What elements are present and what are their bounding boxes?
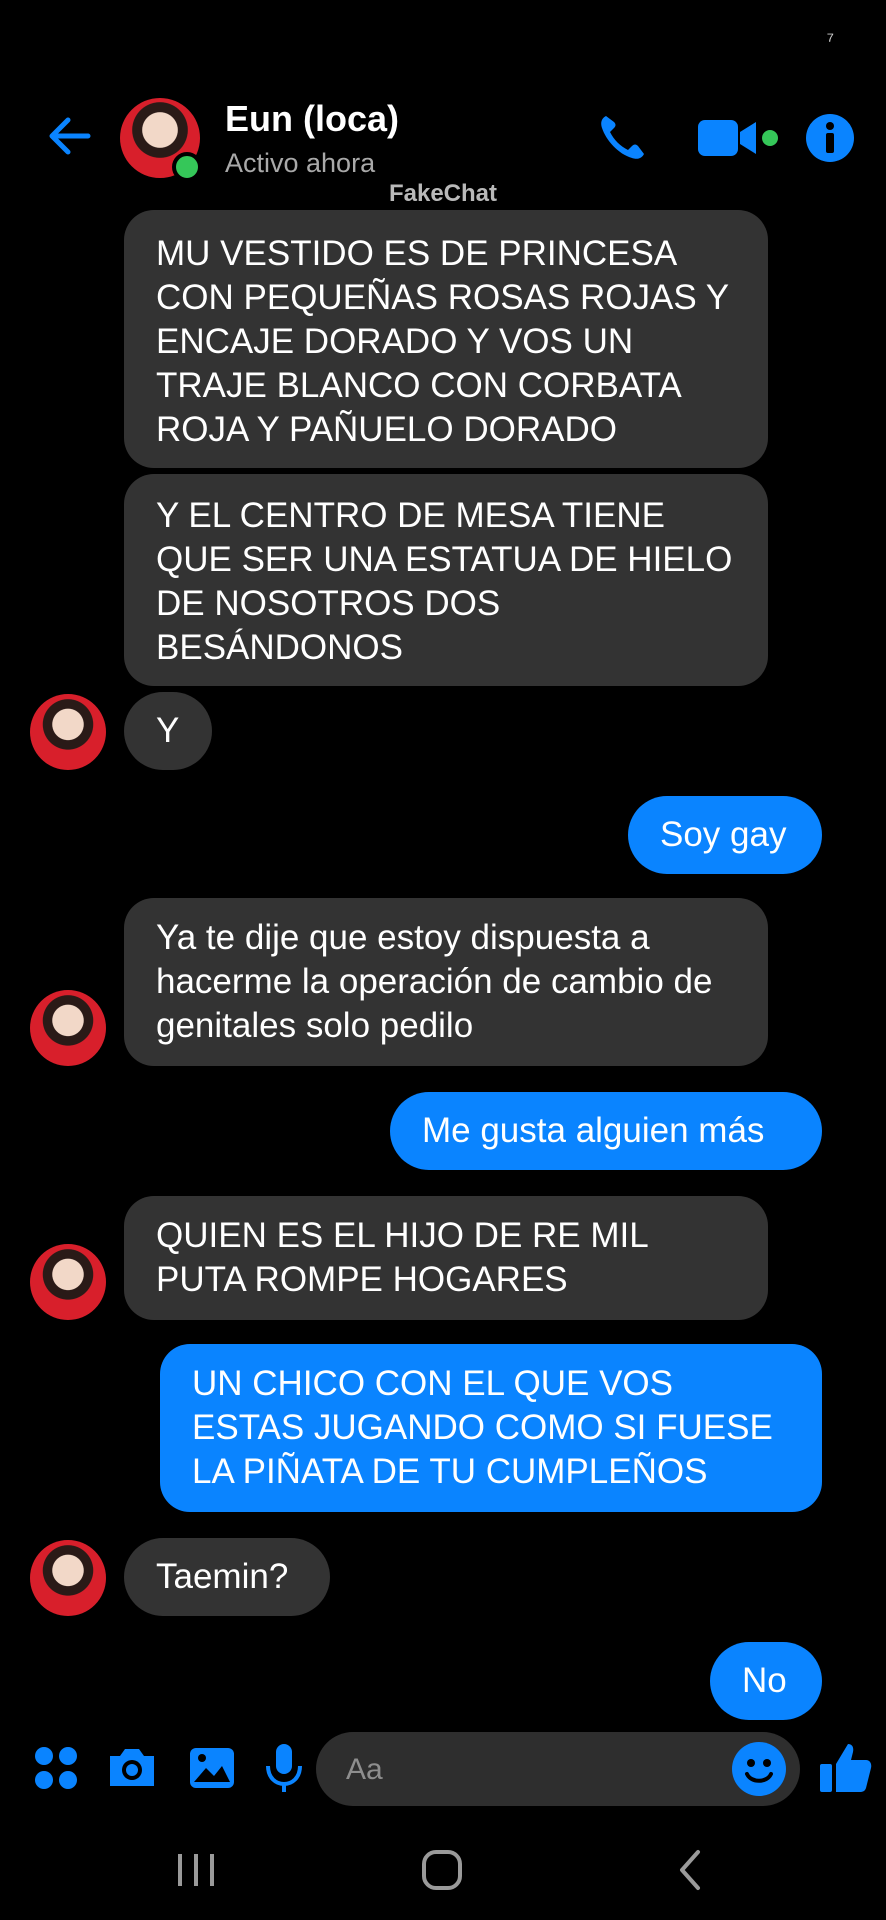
phone-icon[interactable] — [592, 108, 652, 168]
camera-icon[interactable] — [104, 1740, 160, 1796]
contact-name[interactable]: Eun (loca) — [225, 98, 399, 140]
received-message[interactable]: Taemin? — [124, 1538, 330, 1616]
online-indicator — [172, 152, 202, 182]
status-indicator: ⁷ — [826, 30, 834, 52]
gallery-icon[interactable] — [184, 1740, 240, 1796]
sent-message[interactable]: Soy gay — [628, 796, 822, 874]
apps-icon[interactable] — [28, 1740, 84, 1796]
message-input[interactable] — [344, 1732, 708, 1808]
received-message[interactable]: MU VESTIDO ES DE PRINCESA CON PEQUEÑAS R… — [124, 210, 768, 468]
received-message[interactable]: Ya te dije que estoy dispuesta a hacerme… — [124, 898, 768, 1066]
received-message[interactable]: QUIEN ES EL HIJO DE RE MIL PUTA ROMPE HO… — [124, 1196, 768, 1320]
microphone-icon[interactable] — [256, 1740, 312, 1796]
contact-avatar[interactable] — [30, 1540, 106, 1616]
contact-avatar[interactable] — [30, 1244, 106, 1320]
watermark: FakeChat — [388, 180, 498, 207]
nav-back-icon[interactable] — [652, 1840, 732, 1900]
video-camera-icon[interactable] — [694, 108, 784, 168]
info-icon[interactable] — [800, 108, 860, 168]
contact-avatar[interactable] — [30, 694, 106, 770]
contact-avatar[interactable] — [30, 990, 106, 1066]
thumbs-up-icon[interactable] — [816, 1738, 874, 1796]
message-composer[interactable] — [316, 1732, 800, 1808]
sent-message[interactable]: UN CHICO CON EL QUE VOS ESTAS JUGANDO CO… — [160, 1344, 822, 1512]
contact-status: Activo ahora — [225, 148, 376, 178]
received-message[interactable]: Y EL CENTRO DE MESA TIENE QUE SER UNA ES… — [124, 474, 768, 686]
sent-message[interactable]: No — [710, 1642, 822, 1720]
home-icon[interactable] — [402, 1840, 482, 1900]
emoji-icon[interactable] — [732, 1742, 786, 1796]
sent-message[interactable]: Me gusta alguien más — [390, 1092, 822, 1170]
back-arrow-icon[interactable] — [38, 108, 94, 164]
received-message[interactable]: Y — [124, 692, 212, 770]
recent-apps-icon[interactable] — [156, 1840, 236, 1900]
